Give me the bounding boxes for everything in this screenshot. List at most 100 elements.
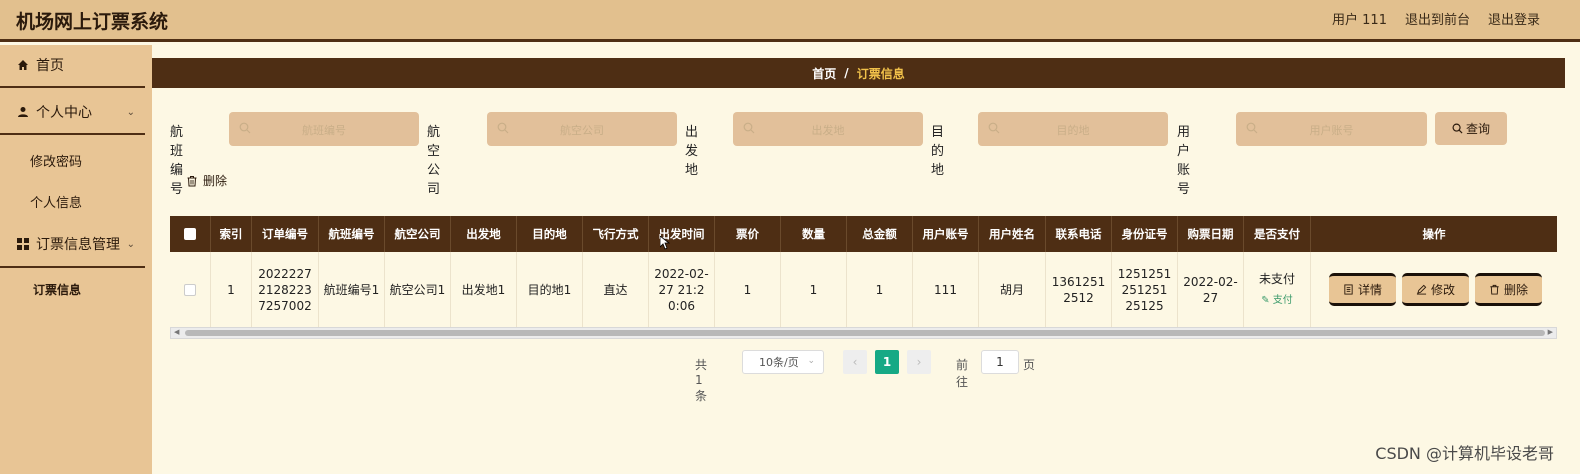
query-button-label: 查询 xyxy=(1465,122,1490,136)
cell-flight-mode: 直达 xyxy=(583,252,649,328)
header-cell[interactable]: 票价 xyxy=(715,216,781,252)
header-cell[interactable]: 用户姓名 xyxy=(979,216,1046,252)
header-cell: 操作 xyxy=(1422,227,1446,241)
header-cell[interactable]: 订单编号 xyxy=(252,216,319,252)
home-icon xyxy=(16,58,30,72)
detail-button[interactable]: 详情 xyxy=(1329,273,1396,306)
sidebar-item-ticket-info[interactable]: 订票信息 xyxy=(33,281,81,298)
sidebar-item-change-password[interactable]: 修改密码 xyxy=(30,151,82,170)
header-cell[interactable]: 身份证号 xyxy=(1112,216,1178,252)
sidebar-divider xyxy=(0,266,145,268)
header-cell[interactable]: 用户账号 xyxy=(913,216,979,252)
table-row: 1 20222272128223 7257002 航班编号1 航空公司1 出发地… xyxy=(170,252,1557,328)
chevron-right-icon: › xyxy=(916,355,922,369)
cell-origin: 出发地1 xyxy=(451,252,517,328)
scroll-right-icon[interactable]: ▶ xyxy=(1548,328,1553,336)
search-icon xyxy=(1452,123,1463,134)
header-cell[interactable]: 目的地 xyxy=(517,216,583,252)
header-cell[interactable]: 航班编号 xyxy=(319,216,385,252)
app-title: 机场网上订票系统 xyxy=(16,11,169,33)
destination-placeholder: 目的地 xyxy=(1056,124,1090,137)
logout-link[interactable]: 退出登录 xyxy=(1488,9,1540,28)
cell-name: 胡月 xyxy=(979,252,1046,328)
sidebar: 首页 个人中心 ⌄ 修改密码 个人信息 订票信息管理 ⌄ 订票信息 xyxy=(0,45,152,474)
breadcrumb-home[interactable]: 首页 xyxy=(812,65,836,82)
table-horizontal-scrollbar[interactable]: ◀ ▶ xyxy=(170,327,1557,339)
breadcrumb-separator: / xyxy=(844,66,849,80)
edit-button[interactable]: 修改 xyxy=(1402,273,1469,306)
flight-no-label: 航班编号 xyxy=(170,125,184,197)
cell-phone: 13612512512 xyxy=(1046,252,1112,328)
header-cell[interactable]: 出发时间 xyxy=(649,216,715,252)
destination-label: 目的地 xyxy=(931,125,945,178)
sidebar-item-ticket-management[interactable]: 订票信息管理 ⌄ xyxy=(0,234,145,254)
header-cell[interactable]: 总金额 xyxy=(847,216,913,252)
chevron-left-icon: ‹ xyxy=(852,355,858,369)
airline-placeholder: 航空公司 xyxy=(560,124,604,137)
goto-page-input[interactable]: 1 xyxy=(981,350,1019,374)
sidebar-item-personal-center[interactable]: 个人中心 ⌄ xyxy=(0,102,145,122)
header-cell[interactable]: 飞行方式 xyxy=(583,216,649,252)
scrollbar-thumb[interactable] xyxy=(185,330,1545,336)
pay-link[interactable]: ✎ 支付 xyxy=(1261,293,1293,309)
cell-total: 1 xyxy=(847,252,913,328)
cell-paid: 未支付 ✎ 支付 xyxy=(1244,252,1311,328)
origin-placeholder: 出发地 xyxy=(811,124,845,137)
pay-link-label: 支付 xyxy=(1272,295,1293,306)
user-icon xyxy=(16,105,30,119)
header-cell[interactable]: 索引 xyxy=(211,216,252,252)
select-all-checkbox[interactable] xyxy=(184,228,196,240)
destination-input[interactable]: 目的地 xyxy=(978,112,1168,146)
account-input[interactable]: 用户账号 xyxy=(1236,112,1427,146)
flight-no-input[interactable]: 航班编号 xyxy=(229,112,419,146)
payment-status: 未支付 xyxy=(1258,272,1295,286)
delete-button[interactable]: 删除 xyxy=(1475,273,1542,306)
sidebar-item-label: 订票信息管理 xyxy=(36,237,120,253)
goto-label: 前往 xyxy=(956,358,969,389)
edit-button-label: 修改 xyxy=(1430,282,1455,297)
batch-delete-button[interactable]: 删除 xyxy=(186,172,227,189)
header-cell[interactable]: 联系电话 xyxy=(1046,216,1112,252)
page-unit-label: 页 xyxy=(1023,358,1036,372)
query-button[interactable]: 查询 xyxy=(1435,112,1507,145)
sidebar-divider xyxy=(0,133,145,135)
cell-buy-date: 2022-02-27 xyxy=(1178,252,1244,328)
exit-to-front-link[interactable]: 退出到前台 xyxy=(1405,9,1470,28)
header-cell[interactable]: 是否支付 xyxy=(1244,216,1311,252)
cell-quantity: 1 xyxy=(781,252,847,328)
header-cell[interactable]: 数量 xyxy=(781,216,847,252)
page-size-select[interactable]: 10条/页 ⌄ xyxy=(742,350,824,374)
flight-no-placeholder: 航班编号 xyxy=(302,124,346,137)
cell-depart-time: 2022-02-27 21:20:06 xyxy=(649,252,715,328)
prev-page-button[interactable]: ‹ xyxy=(843,350,867,374)
mouse-cursor-icon xyxy=(660,236,670,250)
header-cell[interactable]: 购票日期 xyxy=(1178,216,1244,252)
current-page-button[interactable]: 1 xyxy=(875,350,899,374)
sidebar-item-home[interactable]: 首页 xyxy=(0,55,145,75)
airline-label: 航空公司 xyxy=(427,125,441,197)
sidebar-item-label: 首页 xyxy=(36,58,64,74)
row-checkbox[interactable] xyxy=(184,284,196,296)
airline-input[interactable]: 航空公司 xyxy=(487,112,677,146)
scroll-left-icon[interactable]: ◀ xyxy=(174,328,179,336)
cell-order-no: 20222272128223 7257002 xyxy=(252,252,319,328)
pencil-icon xyxy=(1416,284,1427,295)
cell-destination: 目的地1 xyxy=(517,252,583,328)
chevron-down-icon: ⌄ xyxy=(126,106,135,118)
next-page-button[interactable]: › xyxy=(907,350,931,374)
trash-icon xyxy=(1490,284,1499,295)
sidebar-item-label: 个人中心 xyxy=(36,105,92,121)
cell-id-card: 1251251251251 25125 xyxy=(1112,252,1178,328)
origin-input[interactable]: 出发地 xyxy=(733,112,923,146)
current-user[interactable]: 用户 111 xyxy=(1332,9,1387,28)
delete-button-label: 删除 xyxy=(1503,282,1528,297)
watermark: CSDN @计算机毕设老哥 xyxy=(1375,444,1554,463)
sidebar-item-personal-info[interactable]: 个人信息 xyxy=(30,192,82,211)
select-all-cell xyxy=(170,216,211,252)
chevron-down-icon: ⌄ xyxy=(126,238,135,250)
origin-label: 出发地 xyxy=(685,125,699,178)
header-cell[interactable]: 航空公司 xyxy=(385,216,451,252)
header-cell[interactable]: 出发地 xyxy=(451,216,517,252)
table-header: 索引 订单编号 航班编号 航空公司 出发地 目的地 飞行方式 出发时间 票价 数… xyxy=(170,216,1557,252)
breadcrumb-current: 订票信息 xyxy=(856,66,905,81)
